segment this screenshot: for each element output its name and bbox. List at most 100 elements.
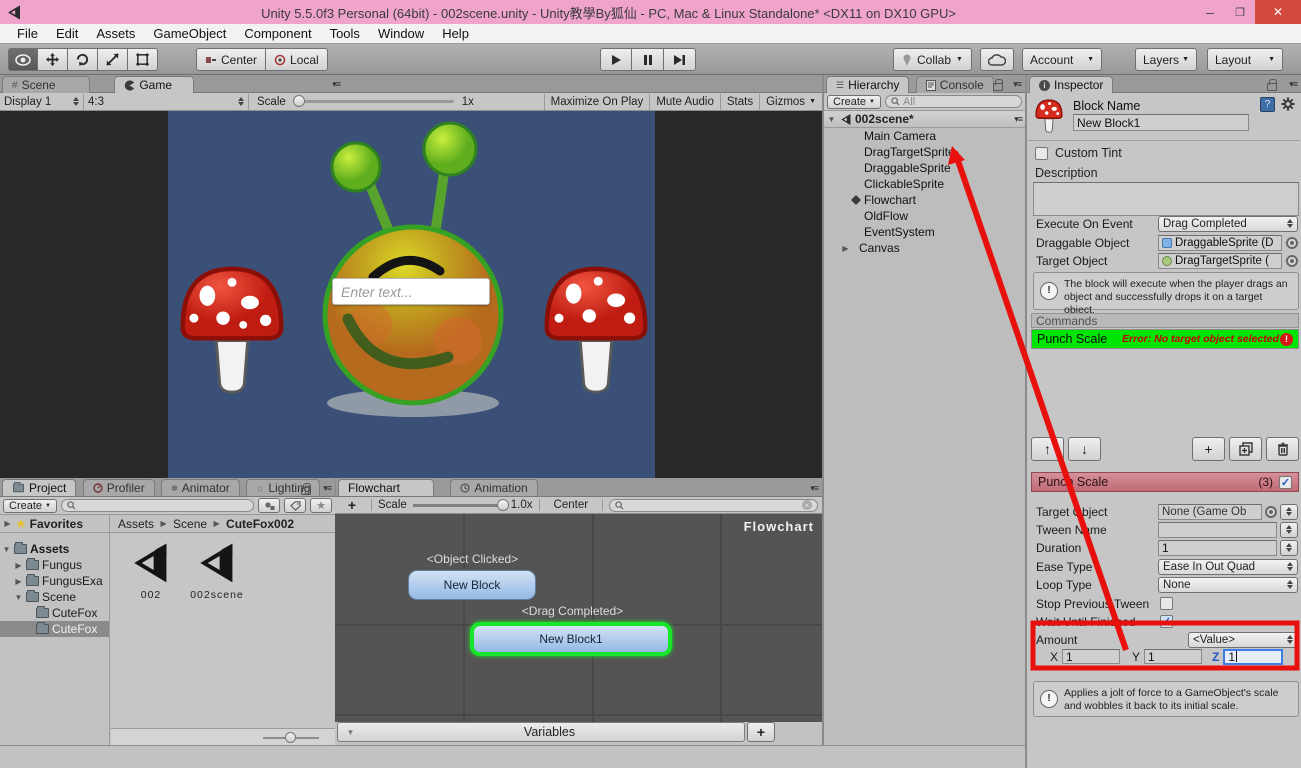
rotate-tool-button[interactable]	[68, 48, 98, 71]
layout-dropdown[interactable]: Layout ▼	[1207, 48, 1283, 71]
tree-item-assets[interactable]: ▼ Assets	[0, 541, 109, 557]
tab-animation[interactable]: Animation	[450, 479, 538, 496]
inspector-lock-icon[interactable]	[1267, 79, 1277, 94]
command-row-punch-scale[interactable]: Punch Scale Error: No target object sele…	[1031, 329, 1299, 349]
hierarchy-item-main-camera[interactable]: Main Camera	[827, 128, 1025, 144]
tree-item-fungus[interactable]: ▶ Fungus	[0, 557, 109, 573]
game-text-input[interactable]: Enter text...	[332, 278, 490, 305]
collab-dropdown[interactable]: Collab ▼	[893, 48, 972, 71]
account-dropdown[interactable]: Account ▼	[1022, 48, 1102, 71]
asset-item-002scene[interactable]: 002scene	[185, 541, 249, 601]
amount-y-field[interactable]: 1	[1144, 649, 1203, 664]
pivot-local-button[interactable]: Local	[266, 48, 328, 71]
mushroom-sprite-right[interactable]	[540, 251, 652, 401]
pause-button[interactable]	[632, 48, 664, 71]
flowchart-node-new-block[interactable]: New Block	[408, 570, 536, 600]
custom-tint-checkbox[interactable]	[1035, 146, 1048, 160]
hierarchy-scene-row[interactable]: ▼ 002scene* ▾≡	[824, 111, 1025, 128]
flowchart-scale-slider[interactable]	[412, 498, 509, 511]
mute-audio-button[interactable]: Mute Audio	[649, 93, 720, 110]
punch-target-object-field[interactable]: None (Game Ob	[1158, 503, 1262, 520]
game-scale-slider-handle[interactable]	[292, 95, 305, 107]
amount-z-field[interactable]: 1	[1223, 648, 1284, 665]
wait-until-finished-checkbox[interactable]: ✓	[1160, 615, 1173, 628]
hierarchy-create-dropdown[interactable]: Create ▼	[827, 94, 881, 109]
cloud-button[interactable]	[980, 48, 1014, 71]
gear-icon[interactable]	[1281, 97, 1295, 111]
breadcrumb-assets[interactable]: Assets	[118, 517, 154, 531]
tree-item-cutefox2-selected[interactable]: CuteFox	[0, 621, 109, 637]
step-button[interactable]	[664, 48, 696, 71]
hierarchy-item-clickablesprite[interactable]: ClickableSprite	[827, 176, 1025, 192]
add-command-button[interactable]: +	[1192, 437, 1225, 461]
variable-select-button[interactable]	[1280, 503, 1298, 520]
mushroom-sprite-left[interactable]	[176, 251, 288, 401]
loop-type-dropdown[interactable]: None	[1158, 576, 1298, 593]
game-scale-slider[interactable]	[292, 95, 454, 107]
menu-component[interactable]: Component	[235, 26, 320, 41]
aspect-dropdown[interactable]: 4:3	[84, 93, 249, 110]
flowchart-search-input[interactable]: ×	[609, 498, 818, 512]
hierarchy-search-input[interactable]: All	[884, 95, 1022, 108]
menu-file[interactable]: File	[8, 26, 47, 41]
hierarchy-lock-icon[interactable]	[993, 79, 1003, 94]
help-icon[interactable]: ?	[1260, 97, 1275, 112]
flowchart-canvas[interactable]: Flowchart <Object Clicked> New Block <Dr…	[335, 514, 822, 722]
maximize-on-play-button[interactable]: Maximize On Play	[543, 93, 650, 110]
inspector-panel-menu-icon[interactable]: ▾≡	[1289, 79, 1298, 90]
add-variable-button[interactable]: +	[747, 722, 775, 742]
move-command-up-button[interactable]: ↑	[1031, 437, 1064, 461]
flowchart-center-button[interactable]: Center	[546, 498, 597, 512]
thumbnail-size-slider-handle[interactable]	[285, 732, 296, 743]
project-panel-menu-icon[interactable]: ▾≡	[323, 483, 332, 494]
tab-hierarchy[interactable]: ☰ Hierarchy	[826, 76, 910, 93]
search-clear-icon[interactable]: ×	[802, 500, 812, 510]
restore-button[interactable]: ❐	[1225, 6, 1255, 19]
menu-help[interactable]: Help	[433, 26, 478, 41]
variable-select-button[interactable]	[1280, 539, 1298, 556]
search-by-label-button[interactable]	[284, 498, 306, 513]
favorites-star-button[interactable]: ★	[310, 498, 332, 513]
tab-project[interactable]: Project	[2, 479, 77, 496]
project-search-input[interactable]	[60, 499, 254, 512]
search-by-type-button[interactable]	[258, 498, 280, 513]
object-picker-icon[interactable]	[1286, 254, 1298, 267]
delete-command-button[interactable]	[1266, 437, 1299, 461]
minimize-button[interactable]: –	[1195, 4, 1225, 20]
amount-type-dropdown[interactable]: <Value>	[1188, 631, 1298, 648]
layers-dropdown[interactable]: Layers ▼	[1135, 48, 1197, 71]
tab-flowchart[interactable]: Flowchart	[338, 479, 434, 496]
display-dropdown[interactable]: Display 1	[0, 93, 84, 110]
tree-item-fungusexamples[interactable]: ▶ FungusExa	[0, 573, 109, 589]
flowchart-panel-menu-icon[interactable]: ▾≡	[810, 483, 819, 494]
draggable-object-field[interactable]: DraggableSprite (D	[1158, 234, 1282, 251]
tab-inspector[interactable]: i Inspector	[1029, 76, 1114, 93]
flowchart-add-block-button[interactable]: +	[339, 497, 365, 513]
close-button[interactable]: ✕	[1255, 0, 1301, 24]
project-create-dropdown[interactable]: Create ▼	[3, 498, 57, 513]
breadcrumb-scene[interactable]: Scene	[173, 517, 207, 531]
view-tool-button[interactable]	[8, 48, 38, 71]
duplicate-command-button[interactable]	[1229, 437, 1262, 461]
menu-tools[interactable]: Tools	[321, 26, 369, 41]
game-panel-menu-icon[interactable]: ▾≡	[332, 79, 341, 90]
target-object-field[interactable]: DragTargetSprite (	[1158, 252, 1282, 269]
punch-scale-enabled-checkbox[interactable]: ✓	[1279, 475, 1292, 489]
flowchart-scale-slider-handle[interactable]	[496, 498, 509, 511]
flowchart-node-new-block1-selected[interactable]: New Block1	[470, 622, 672, 656]
tab-console[interactable]: Console	[915, 76, 994, 93]
object-picker-icon[interactable]	[1265, 505, 1277, 518]
tween-name-field[interactable]	[1158, 521, 1277, 538]
tree-item-cutefox1[interactable]: CuteFox	[0, 605, 109, 621]
variable-select-button[interactable]	[1280, 521, 1298, 538]
duration-field[interactable]: 1	[1158, 539, 1277, 556]
ease-type-dropdown[interactable]: Ease In Out Quad	[1158, 558, 1298, 575]
project-lock-icon[interactable]	[301, 483, 311, 498]
move-tool-button[interactable]	[38, 48, 68, 71]
hierarchy-item-flowchart[interactable]: Flowchart	[827, 192, 1025, 208]
thumbnail-size-slider[interactable]	[263, 732, 319, 743]
breadcrumb-current[interactable]: CuteFox002	[226, 517, 294, 531]
tab-profiler[interactable]: Profiler	[82, 479, 155, 496]
menu-gameobject[interactable]: GameObject	[144, 26, 235, 41]
pivot-center-button[interactable]: Center	[196, 48, 267, 71]
